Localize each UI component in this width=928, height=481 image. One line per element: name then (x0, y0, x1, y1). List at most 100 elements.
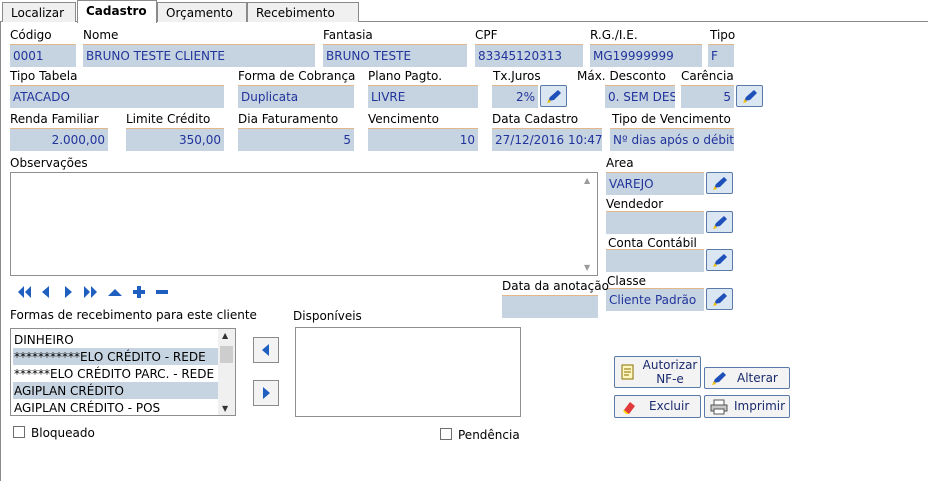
rg-field[interactable]: MG19999999 (590, 44, 702, 67)
document-icon (621, 364, 634, 380)
classe-label: Classe (607, 274, 646, 288)
alterar-button[interactable]: Alterar (704, 367, 790, 389)
rg-label: R.G./I.E. (590, 28, 638, 42)
area-pick-button[interactable] (706, 172, 733, 194)
data-cadastro-field[interactable]: 27/12/2016 10:47 (492, 128, 602, 151)
nome-label: Nome (83, 28, 119, 42)
codigo-label: Código (10, 28, 52, 42)
tx-juros-field[interactable]: 2% (492, 85, 538, 108)
pendencia-checkbox[interactable] (440, 428, 452, 440)
plano-pagto-field[interactable]: LIVRE (368, 85, 478, 108)
tab-recebimento[interactable]: Recebimento (247, 2, 359, 22)
vendedor-field[interactable] (606, 211, 704, 234)
cpf-label: CPF (475, 28, 498, 42)
cpf-field[interactable]: 83345120313 (475, 44, 583, 67)
prior-record-icon[interactable] (38, 285, 54, 299)
pen-icon (713, 177, 727, 190)
disponiveis-label: Disponíveis (293, 309, 362, 323)
tipo-tabela-field[interactable]: ATACADO (10, 85, 224, 108)
pen-icon (713, 216, 727, 229)
limite-credito-field[interactable]: 350,00 (126, 128, 224, 151)
renda-familiar-label: Renda Familiar (10, 112, 99, 126)
scroll-thumb[interactable] (220, 346, 233, 363)
conta-contabil-pick-button[interactable] (706, 249, 733, 271)
pen-icon (713, 293, 727, 306)
data-anotacao-field[interactable] (502, 295, 598, 318)
tab-orcamento[interactable]: Orçamento (157, 2, 247, 22)
formas-listbox[interactable]: DINHEIRO ***********ELO CRÉDITO - REDE *… (10, 328, 236, 416)
limite-credito-label: Limite Crédito (126, 112, 211, 126)
list-item[interactable]: ******ELO CRÉDITO PARC. - REDE (13, 365, 219, 382)
max-desconto-label: Máx. Desconto (577, 69, 666, 83)
list-item[interactable]: ***********ELO CRÉDITO - REDE (13, 348, 219, 365)
tipo-vencimento-label: Tipo de Vencimento (612, 112, 731, 126)
dia-faturamento-field[interactable]: 5 (238, 128, 354, 151)
pen-icon (712, 372, 726, 385)
max-desconto-field[interactable]: 0. SEM DESCON (605, 85, 675, 108)
codigo-field[interactable]: 0001 (10, 44, 76, 67)
autorizar-nfe-label-line1: Autorizar (642, 358, 698, 372)
autorizar-nfe-button[interactable]: Autorizar NF-e (614, 356, 701, 388)
autorizar-nfe-label-line2: NF-e (656, 372, 684, 386)
move-right-button[interactable] (253, 380, 279, 406)
tab-localizar[interactable]: Localizar (2, 2, 76, 22)
pendencia-label: Pendência (458, 428, 520, 442)
tx-juros-label: Tx.Juros (493, 69, 541, 83)
tipo-label: Tipo (710, 28, 736, 42)
classe-field[interactable]: Cliente Padrão (606, 288, 704, 311)
renda-familiar-field[interactable]: 2.000,00 (10, 128, 108, 151)
tipo-vencimento-field[interactable]: Nº dias após o débito (610, 128, 734, 151)
carencia-pick-button[interactable] (736, 85, 763, 107)
list-item[interactable]: AGIPLAN CRÉDITO - POS (13, 399, 219, 415)
carencia-field[interactable]: 5 (681, 85, 734, 108)
edit-record-icon[interactable] (107, 285, 123, 299)
vencimento-field[interactable]: 10 (368, 128, 478, 151)
list-item[interactable]: AGIPLAN CRÉDITO (13, 382, 219, 399)
area-field[interactable]: VAREJO (606, 172, 704, 195)
list-item[interactable]: DINHEIRO (13, 331, 219, 348)
excluir-label: Excluir (649, 399, 690, 413)
data-anotacao-label: Data da anotação (502, 279, 609, 293)
data-cadastro-label: Data Cadastro (492, 112, 579, 126)
printer-icon (710, 399, 728, 415)
tipo-tabela-label: Tipo Tabela (10, 69, 78, 83)
tx-juros-pick-button[interactable] (540, 85, 567, 107)
delete-record-icon[interactable] (154, 285, 170, 299)
observacoes-scrollbar[interactable]: ▲ ▼ (580, 173, 597, 275)
formas-scrollbar[interactable]: ▲ ▼ (218, 329, 235, 415)
last-record-icon[interactable] (83, 285, 99, 299)
plano-pagto-label: Plano Pagto. (368, 69, 443, 83)
formas-label: Formas de recebimento para este cliente (10, 308, 257, 322)
scroll-up-icon: ▲ (584, 176, 591, 185)
forma-cobranca-field[interactable]: Duplicata (238, 85, 354, 108)
imprimir-button[interactable]: Imprimir (704, 395, 790, 418)
imprimir-label: Imprimir (734, 399, 786, 413)
autorizar-nfe-label: Autorizar NF-e (641, 358, 699, 386)
nome-field[interactable]: BRUNO TESTE CLIENTE (83, 44, 315, 67)
scroll-down-icon[interactable]: ▼ (222, 404, 228, 413)
vencimento-label: Vencimento (368, 112, 439, 126)
dia-faturamento-label: Dia Faturamento (238, 112, 339, 126)
bloqueado-checkbox[interactable] (13, 426, 25, 438)
vendedor-pick-button[interactable] (706, 211, 733, 233)
forma-cobranca-label: Forma de Cobrança (238, 69, 356, 83)
bloqueado-label: Bloqueado (31, 426, 95, 440)
vendedor-label: Vendedor (606, 197, 664, 211)
next-record-icon[interactable] (60, 285, 76, 299)
tab-strip: Localizar Cadastro Orçamento Recebimento (0, 0, 928, 23)
arrow-right-icon (263, 387, 270, 399)
classe-pick-button[interactable] (706, 288, 733, 310)
first-record-icon[interactable] (16, 285, 32, 299)
excluir-button[interactable]: Excluir (614, 395, 701, 418)
scroll-up-icon[interactable]: ▲ (222, 331, 228, 340)
observacoes-textarea[interactable]: ▲ ▼ (10, 172, 598, 276)
fantasia-field[interactable]: BRUNO TESTE (323, 44, 467, 67)
disponiveis-listbox[interactable] (295, 327, 521, 417)
add-record-icon[interactable] (131, 285, 147, 299)
tab-cadastro[interactable]: Cadastro (77, 0, 157, 23)
move-left-button[interactable] (253, 337, 279, 363)
fantasia-label: Fantasia (323, 28, 373, 42)
tipo-field[interactable]: F (708, 44, 734, 67)
area-label: Area (606, 156, 634, 170)
conta-contabil-field[interactable] (606, 249, 704, 272)
